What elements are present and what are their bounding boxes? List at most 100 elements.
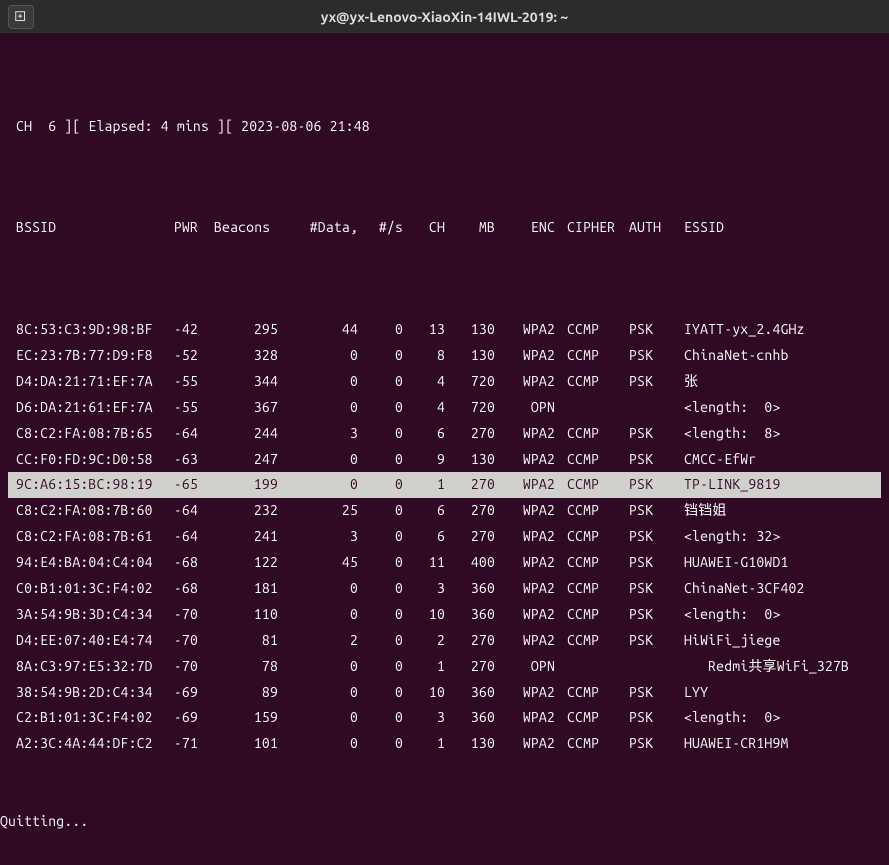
- cell-mb: 720: [445, 369, 495, 395]
- cell-ns: 0: [358, 472, 403, 498]
- cell-essid: <length: 0>: [684, 602, 780, 628]
- table-row: C8:C2:FA:08:7B:65-64244306270WPA2CCMPPSK…: [8, 421, 881, 447]
- cell-cipher: CCMP: [567, 731, 617, 757]
- cell-ns: 0: [358, 369, 403, 395]
- cell-mb: 400: [445, 550, 495, 576]
- table-rows: 8C:53:C3:9D:98:BF-4229544013130WPA2CCMPP…: [8, 317, 881, 757]
- header-data: #Data,: [278, 215, 358, 241]
- cell-beacons: 89: [198, 680, 278, 706]
- cell-cipher: CCMP: [567, 369, 617, 395]
- cell-cipher: CCMP: [567, 343, 617, 369]
- cell-auth: PSK: [629, 317, 684, 343]
- cell-cipher: CCMP: [567, 317, 617, 343]
- cell-ns: 0: [358, 576, 403, 602]
- cell-ns: 0: [358, 317, 403, 343]
- cell-auth: PSK: [629, 369, 684, 395]
- cell-pwr: -55: [153, 395, 198, 421]
- cell-ch: 3: [403, 705, 445, 731]
- cell-ch: 2: [403, 628, 445, 654]
- cell-ch: 1: [403, 472, 445, 498]
- cell-auth: PSK: [629, 602, 684, 628]
- cell-essid: 铛铛姐: [684, 498, 727, 524]
- cell-data: 3: [278, 421, 358, 447]
- cell-ns: 0: [358, 498, 403, 524]
- status-line: CH 6 ][ Elapsed: 4 mins ][ 2023-08-06 21…: [8, 114, 881, 140]
- cell-cipher: CCMP: [567, 680, 617, 706]
- cell-essid: HUAWEI-CR1H9M: [684, 731, 789, 757]
- cell-bssid: D4:DA:21:71:EF:7A: [8, 369, 153, 395]
- cell-data: 44: [278, 317, 358, 343]
- cell-essid: <length: 32>: [684, 524, 780, 550]
- header-auth: AUTH: [629, 215, 684, 241]
- cell-enc: WPA2: [495, 576, 555, 602]
- cell-ns: 0: [358, 731, 403, 757]
- cell-bssid: D4:EE:07:40:E4:74: [8, 628, 153, 654]
- cell-pwr: -69: [153, 705, 198, 731]
- cell-enc: WPA2: [495, 680, 555, 706]
- cell-essid: TP-LINK_9819: [684, 472, 780, 498]
- cell-essid: HiWiFi_jiege: [684, 628, 780, 654]
- cell-ns: 0: [358, 602, 403, 628]
- cell-bssid: C0:B1:01:3C:F4:02: [8, 576, 153, 602]
- cell-bssid: 8C:53:C3:9D:98:BF: [8, 317, 153, 343]
- cell-enc: WPA2: [495, 472, 555, 498]
- cell-essid: <length: 0>: [684, 395, 780, 421]
- cell-bssid: CC:F0:FD:9C:D0:58: [8, 447, 153, 473]
- cell-data: 0: [278, 654, 358, 680]
- cell-auth: PSK: [629, 680, 684, 706]
- cell-enc: WPA2: [495, 705, 555, 731]
- cell-beacons: 295: [198, 317, 278, 343]
- cell-ch: 10: [403, 680, 445, 706]
- cell-enc: WPA2: [495, 421, 555, 447]
- cell-essid: CMCC-EfWr: [684, 447, 756, 473]
- cell-beacons: 78: [198, 654, 278, 680]
- header-mb: MB: [445, 215, 495, 241]
- cell-pwr: -63: [153, 447, 198, 473]
- cell-mb: 360: [445, 680, 495, 706]
- cell-beacons: 241: [198, 524, 278, 550]
- cell-essid: ChinaNet-cnhb: [684, 343, 789, 369]
- cell-bssid: C8:C2:FA:08:7B:61: [8, 524, 153, 550]
- cell-cipher: CCMP: [567, 421, 617, 447]
- cell-pwr: -71: [153, 731, 198, 757]
- cell-cipher: CCMP: [567, 550, 617, 576]
- cell-auth: PSK: [629, 498, 684, 524]
- cell-ns: 0: [358, 628, 403, 654]
- cell-essid: IYATT-yx_2.4GHz: [684, 317, 805, 343]
- cell-data: 0: [278, 731, 358, 757]
- cell-data: 2: [278, 628, 358, 654]
- window-titlebar: yx@yx-Lenovo-XiaoXin-14IWL-2019: ~: [0, 0, 889, 34]
- table-row: 8A:C3:97:E5:32:7D-7078001270OPN Redmi共享W…: [8, 654, 881, 680]
- header-essid: ESSID: [684, 215, 724, 241]
- cell-data: 0: [278, 369, 358, 395]
- cell-beacons: 110: [198, 602, 278, 628]
- cell-pwr: -68: [153, 550, 198, 576]
- cell-essid: 张: [684, 369, 698, 395]
- cell-pwr: -64: [153, 498, 198, 524]
- table-row: 94:E4:BA:04:C4:04-6812245011400WPA2CCMPP…: [8, 550, 881, 576]
- cell-pwr: -64: [153, 524, 198, 550]
- cell-pwr: -64: [153, 421, 198, 447]
- table-row: 38:54:9B:2D:C4:34-69890010360WPA2CCMPPSK…: [8, 680, 881, 706]
- cell-cipher: CCMP: [567, 602, 617, 628]
- new-tab-button[interactable]: [8, 5, 34, 29]
- cell-essid: <length: 0>: [684, 705, 780, 731]
- cell-beacons: 328: [198, 343, 278, 369]
- cell-ns: 0: [358, 421, 403, 447]
- cell-mb: 720: [445, 395, 495, 421]
- cell-enc: WPA2: [495, 524, 555, 550]
- cell-mb: 130: [445, 447, 495, 473]
- header-bssid: BSSID: [8, 215, 153, 241]
- table-row: D6:DA:21:61:EF:7A-55367004720OPN<length:…: [8, 395, 881, 421]
- cell-enc: WPA2: [495, 369, 555, 395]
- cell-beacons: 344: [198, 369, 278, 395]
- cell-mb: 270: [445, 472, 495, 498]
- cell-ns: 0: [358, 447, 403, 473]
- cell-cipher: CCMP: [567, 498, 617, 524]
- cell-pwr: -52: [153, 343, 198, 369]
- cell-bssid: 94:E4:BA:04:C4:04: [8, 550, 153, 576]
- cell-mb: 270: [445, 421, 495, 447]
- cell-pwr: -55: [153, 369, 198, 395]
- cell-data: 0: [278, 447, 358, 473]
- table-row: D4:DA:21:71:EF:7A-55344004720WPA2CCMPPSK…: [8, 369, 881, 395]
